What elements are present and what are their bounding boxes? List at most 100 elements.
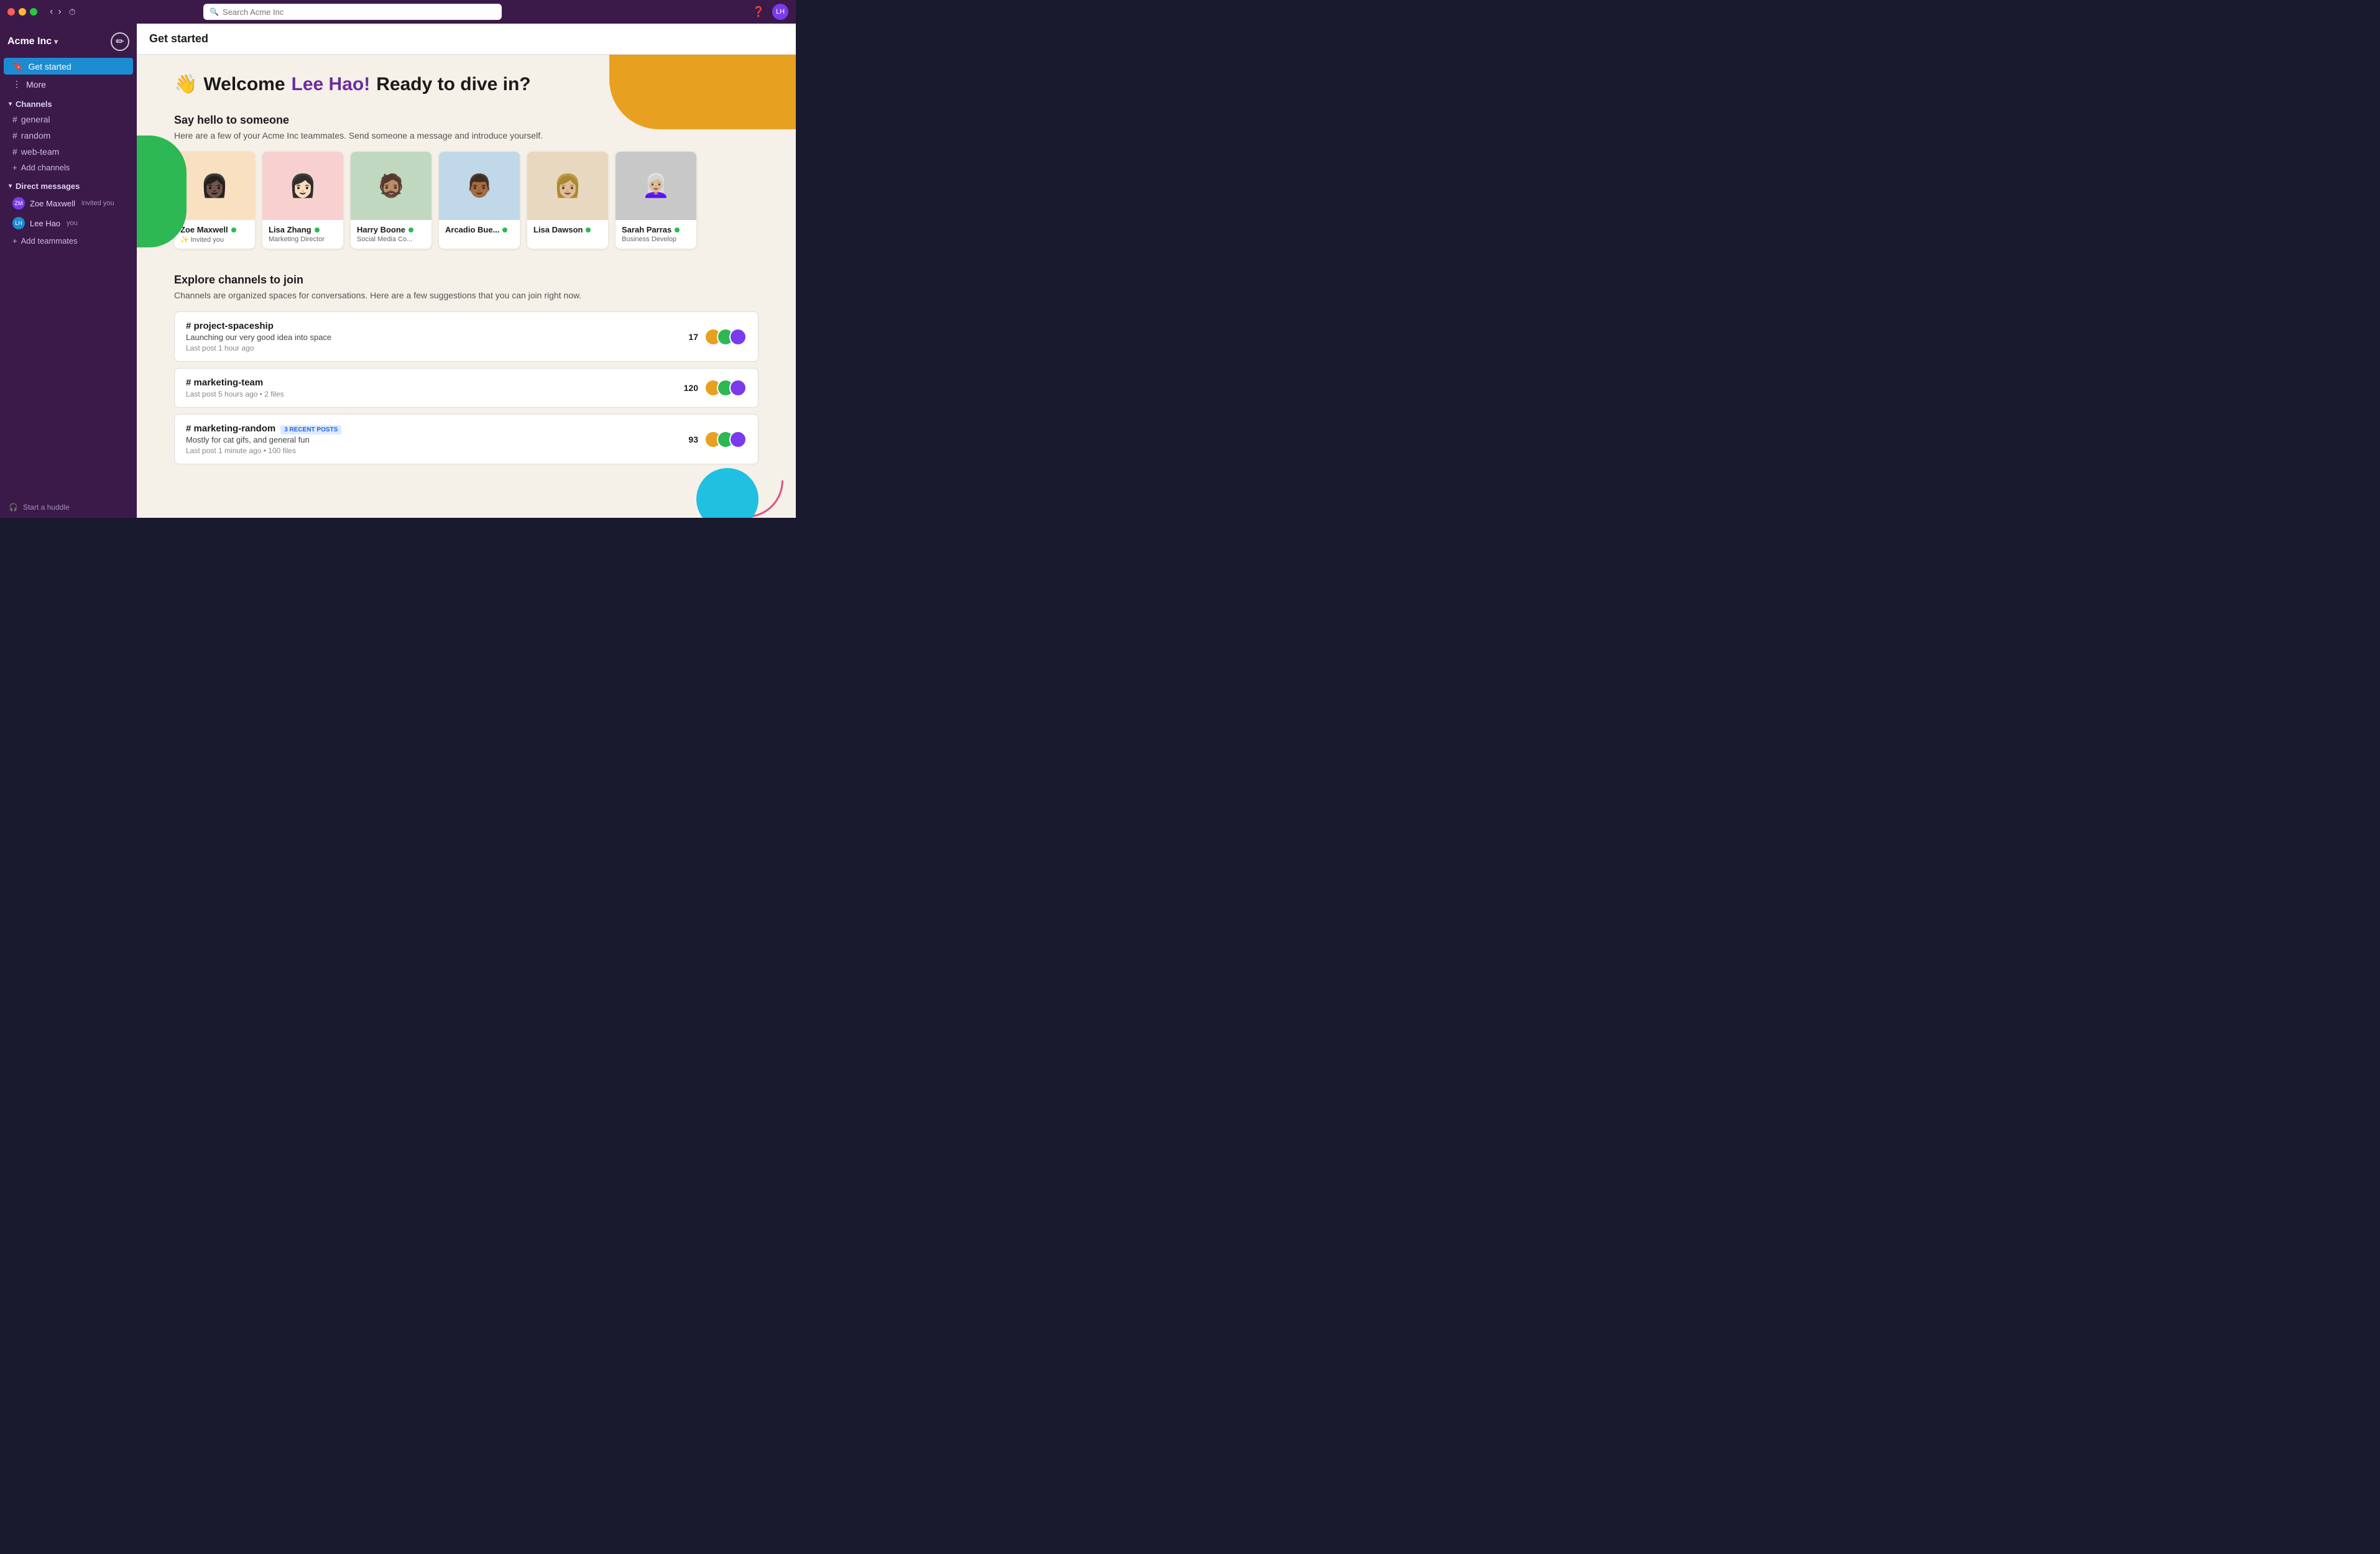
history-button[interactable]: ⏱ <box>69 6 76 17</box>
fullscreen-button[interactable] <box>30 8 37 16</box>
add-teammates-button[interactable]: + Add teammates <box>4 234 133 248</box>
person-info: Arcadio Bue... <box>439 220 520 241</box>
member-avatar-chip <box>729 328 747 346</box>
channel-card-meta: Last post 1 minute ago • 100 files <box>186 446 678 455</box>
search-bar[interactable]: 🔍 <box>203 4 502 20</box>
channel-card-name: # marketing-team <box>186 377 674 388</box>
add-channels-button[interactable]: + Add channels <box>4 160 133 175</box>
welcome-title: 👋 Welcome Lee Hao! Ready to dive in? <box>174 73 759 95</box>
say-hello-desc: Here are a few of your Acme Inc teammate… <box>174 131 759 140</box>
minimize-button[interactable] <box>19 8 26 16</box>
welcome-name: Lee Hao! <box>292 74 371 95</box>
channel-card-info: # marketing-team Last post 5 hours ago •… <box>186 377 674 398</box>
person-title: ✨ Invited you <box>180 236 249 244</box>
member-avatar-chip <box>729 431 747 448</box>
search-input[interactable] <box>223 7 496 17</box>
online-status-dot <box>675 228 680 232</box>
online-status-dot <box>231 228 236 232</box>
person-card[interactable]: 👩🏼‍🦳 Sarah Parras Business Develop <box>616 152 696 249</box>
sidebar-channel-random[interactable]: # random <box>4 128 133 143</box>
recent-badge: 3 RECENT POSTS <box>280 425 341 434</box>
deco-cyan-circle <box>696 468 759 518</box>
sidebar-item-more[interactable]: ⋮ More <box>4 76 133 93</box>
deco-green-shape <box>137 136 187 247</box>
forward-button[interactable]: › <box>58 6 61 17</box>
channel-card-right: 93 <box>688 431 747 448</box>
person-photo: 👩🏼 <box>527 152 608 220</box>
wave-emoji: 👋 <box>174 73 197 95</box>
person-photo: 👩🏻 <box>262 152 343 220</box>
member-avatars <box>704 431 747 448</box>
person-info: Harry Boone Social Media Co... <box>351 220 431 248</box>
dm-item-lee-hao[interactable]: LH Lee Hao you <box>4 214 133 232</box>
welcome-text: Welcome <box>203 74 285 95</box>
channel-card-info: # project-spaceship Launching our very g… <box>186 321 678 352</box>
person-photo: 👩🏼‍🦳 <box>616 152 696 220</box>
main-body: 👋 Welcome Lee Hao! Ready to dive in? Say… <box>137 55 796 518</box>
explore-title: Explore channels to join <box>174 274 759 287</box>
titlebar-right: ❓ LH <box>752 4 788 20</box>
channel-cards-list: # project-spaceship Launching our very g… <box>174 311 759 464</box>
person-name: Harry Boone <box>357 225 425 234</box>
sidebar-header: Acme Inc ▾ ✏ <box>0 24 137 57</box>
person-title: Business Develop <box>622 236 690 243</box>
channel-explore-card[interactable]: # marketing-team Last post 5 hours ago •… <box>174 368 759 408</box>
channel-card-info: # marketing-random3 RECENT POSTS Mostly … <box>186 423 678 455</box>
page-title: Get started <box>149 32 208 45</box>
sidebar-item-get-started[interactable]: 🔖 Get started <box>4 58 133 75</box>
workspace-name[interactable]: Acme Inc ▾ <box>7 36 58 47</box>
person-name: Arcadio Bue... <box>445 225 514 234</box>
person-title: Social Media Co... <box>357 236 425 243</box>
channel-card-meta: Last post 1 hour ago <box>186 344 678 352</box>
titlebar: ‹ › ⏱ 🔍 ❓ LH <box>0 0 796 24</box>
hash-icon: # <box>12 147 17 157</box>
dm-item-zoe-maxwell[interactable]: ZM Zoe Maxwell invited you <box>4 194 133 213</box>
person-info: Lisa Zhang Marketing Director <box>262 220 343 248</box>
person-card[interactable]: 👨🏾 Arcadio Bue... <box>439 152 520 249</box>
help-icon[interactable]: ❓ <box>752 6 765 18</box>
channels-chevron-icon: ▾ <box>9 101 12 108</box>
dm-avatar-lee: LH <box>12 217 25 229</box>
welcome-suffix: Ready to dive in? <box>376 74 530 95</box>
channel-card-desc: Launching our very good idea into space <box>186 333 678 342</box>
channel-card-name: # marketing-random3 RECENT POSTS <box>186 423 678 434</box>
person-name: Lisa Dawson <box>533 225 602 234</box>
channel-explore-card[interactable]: # marketing-random3 RECENT POSTS Mostly … <box>174 414 759 464</box>
member-avatar-chip <box>729 379 747 397</box>
person-info: Lisa Dawson <box>527 220 608 241</box>
traffic-lights <box>7 8 37 16</box>
sidebar-channel-general[interactable]: # general <box>4 112 133 127</box>
channel-explore-card[interactable]: # project-spaceship Launching our very g… <box>174 311 759 362</box>
channel-card-meta: Last post 5 hours ago • 2 files <box>186 390 674 398</box>
user-avatar[interactable]: LH <box>772 4 788 20</box>
person-card[interactable]: 👩🏻 Lisa Zhang Marketing Director <box>262 152 343 249</box>
person-name: Lisa Zhang <box>269 225 337 234</box>
sidebar-channel-web-team[interactable]: # web-team <box>4 144 133 159</box>
member-count: 17 <box>688 332 698 342</box>
back-button[interactable]: ‹ <box>50 6 53 17</box>
channels-section: Explore channels to join Channels are or… <box>174 274 759 464</box>
member-avatars <box>704 328 747 346</box>
search-icon: 🔍 <box>210 7 219 16</box>
main-content: Get started 👋 Welcome Lee Hao! Ready to … <box>137 24 796 518</box>
close-button[interactable] <box>7 8 15 16</box>
online-status-dot <box>502 228 507 232</box>
chevron-down-icon: ▾ <box>54 37 58 46</box>
person-card[interactable]: 🧔🏽 Harry Boone Social Media Co... <box>351 152 431 249</box>
app-layout: Acme Inc ▾ ✏ 🔖 Get started ⋮ More ▾ Chan… <box>0 24 796 518</box>
compose-button[interactable]: ✏ <box>111 32 129 51</box>
main-header: Get started <box>137 24 796 55</box>
plus-icon: + <box>12 236 17 246</box>
dm-section-header[interactable]: ▾ Direct messages <box>0 175 137 193</box>
channel-card-right: 120 <box>684 379 747 397</box>
person-info: Zoe Maxwell ✨ Invited you <box>174 220 255 249</box>
person-card[interactable]: 👩🏼 Lisa Dawson <box>527 152 608 249</box>
dm-avatar-zoe: ZM <box>12 197 25 209</box>
person-photo: 🧔🏽 <box>351 152 431 220</box>
member-avatars <box>704 379 747 397</box>
channels-section-header[interactable]: ▾ Channels <box>0 93 137 111</box>
huddle-icon: 🎧 <box>9 503 18 512</box>
sidebar: Acme Inc ▾ ✏ 🔖 Get started ⋮ More ▾ Chan… <box>0 24 137 518</box>
channel-card-desc: Mostly for cat gifs, and general fun <box>186 435 678 444</box>
person-photo: 👨🏾 <box>439 152 520 220</box>
